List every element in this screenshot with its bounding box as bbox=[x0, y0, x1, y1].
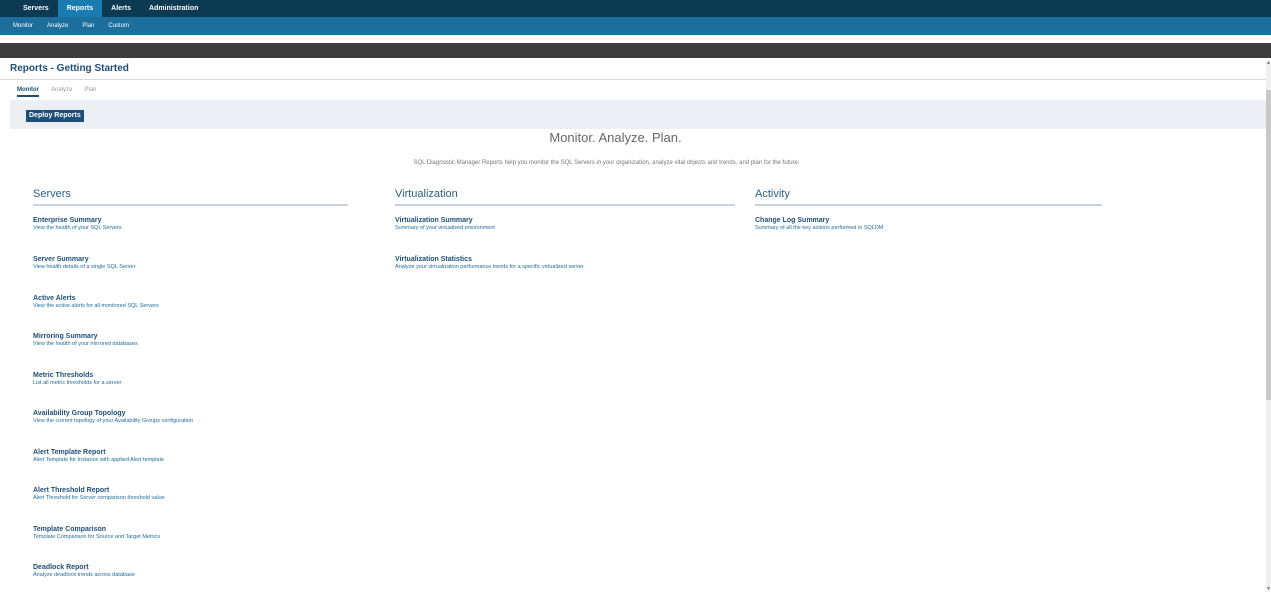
report-template-comparison: Template Comparison Template Comparison … bbox=[33, 526, 160, 540]
report-link[interactable]: Alert Threshold Report bbox=[33, 487, 165, 494]
report-description: View health details of a single SQL Serv… bbox=[33, 264, 136, 270]
report-availability-group-topology: Availability Group Topology View the cur… bbox=[33, 410, 193, 424]
nav-alerts[interactable]: Alerts bbox=[102, 0, 140, 17]
report-alert-threshold: Alert Threshold Report Alert Threshold f… bbox=[33, 487, 165, 501]
vertical-scrollbar[interactable]: ▲ ▼ bbox=[1266, 60, 1271, 592]
deploy-reports-button[interactable]: Deploy Reports bbox=[26, 110, 84, 122]
subnav-custom[interactable]: Custom bbox=[101, 23, 136, 29]
report-virtualization-summary: Virtualization Summary Summary of your v… bbox=[395, 217, 495, 231]
report-deadlock: Deadlock Report Analyze deadlock trends … bbox=[33, 564, 135, 578]
column-heading-virtualization: Virtualization bbox=[395, 188, 735, 206]
report-change-log-summary: Change Log Summary Summary of all the ke… bbox=[755, 217, 883, 231]
report-description: Alert Threshold for Server comparison th… bbox=[33, 495, 165, 501]
scroll-up-arrow-icon[interactable]: ▲ bbox=[1266, 60, 1271, 66]
report-metric-thresholds: Metric Thresholds List all metric thresh… bbox=[33, 372, 121, 386]
report-link[interactable]: Virtualization Statistics bbox=[395, 256, 584, 263]
report-link[interactable]: Change Log Summary bbox=[755, 217, 883, 224]
subnav-plan[interactable]: Plan bbox=[75, 23, 101, 29]
top-nav: Servers Reports Alerts Administration bbox=[0, 0, 1271, 17]
report-description: View the health of your mirrored databas… bbox=[33, 341, 138, 347]
report-description: Summary of all the key actions performed… bbox=[755, 225, 884, 231]
nav-servers[interactable]: Servers bbox=[14, 0, 58, 17]
column-heading-servers: Servers bbox=[33, 188, 348, 206]
divider bbox=[0, 79, 1266, 80]
toolbar-band bbox=[0, 43, 1271, 58]
report-link[interactable]: Deadlock Report bbox=[33, 564, 135, 571]
report-enterprise-summary: Enterprise Summary View the health of yo… bbox=[33, 217, 122, 231]
report-link[interactable]: Mirroring Summary bbox=[33, 333, 138, 340]
report-link[interactable]: Metric Thresholds bbox=[33, 372, 121, 379]
column-virtualization: Virtualization bbox=[395, 188, 735, 206]
sub-nav: Monitor Analyze Plan Custom bbox=[0, 17, 1271, 35]
scrollbar-thumb[interactable] bbox=[1266, 90, 1271, 400]
report-description: Alert Template for Instance with applied… bbox=[33, 457, 165, 463]
scroll-down-arrow-icon[interactable]: ▼ bbox=[1266, 586, 1271, 592]
report-description: View the health of your SQL Servers bbox=[33, 225, 122, 231]
nav-administration[interactable]: Administration bbox=[140, 0, 207, 17]
report-virtualization-statistics: Virtualization Statistics Analyze your v… bbox=[395, 256, 584, 270]
column-servers: Servers bbox=[33, 188, 348, 206]
tab-analyze[interactable]: Analyze bbox=[51, 87, 72, 97]
report-link[interactable]: Template Comparison bbox=[33, 526, 160, 533]
page-title: Reports - Getting Started bbox=[10, 63, 129, 74]
report-link[interactable]: Server Summary bbox=[33, 256, 135, 263]
report-link[interactable]: Active Alerts bbox=[33, 295, 159, 302]
report-link[interactable]: Virtualization Summary bbox=[395, 217, 495, 224]
nav-reports[interactable]: Reports bbox=[57, 0, 103, 17]
subnav-analyze[interactable]: Analyze bbox=[40, 23, 75, 29]
report-active-alerts: Active Alerts View the active alerts for… bbox=[33, 295, 159, 309]
column-heading-activity: Activity bbox=[755, 188, 1102, 206]
report-link[interactable]: Availability Group Topology bbox=[33, 410, 193, 417]
report-description: View the current topology of your Availa… bbox=[33, 418, 193, 424]
tab-monitor[interactable]: Monitor bbox=[17, 87, 39, 97]
report-description: Analyze your virtualization performance … bbox=[395, 264, 584, 270]
subnav-monitor[interactable]: Monitor bbox=[6, 23, 40, 29]
action-bar bbox=[10, 100, 1266, 129]
headline: Monitor. Analyze. Plan. bbox=[549, 130, 682, 145]
report-description: List all metric thresholds for a server bbox=[33, 380, 122, 386]
intro-text: SQL Diagnostic Manager Reports help you … bbox=[413, 160, 800, 166]
report-description: Summary of your virtualized environment bbox=[395, 225, 495, 231]
report-link[interactable]: Alert Template Report bbox=[33, 449, 164, 456]
report-description: View the active alerts for all monitored… bbox=[33, 303, 159, 309]
report-description: Analyze deadlock trends across database bbox=[33, 572, 135, 578]
report-server-summary: Server Summary View health details of a … bbox=[33, 256, 135, 270]
column-activity: Activity bbox=[755, 188, 1102, 206]
report-mirroring-summary: Mirroring Summary View the health of you… bbox=[33, 333, 138, 347]
report-alert-template: Alert Template Report Alert Template for… bbox=[33, 449, 164, 463]
report-link[interactable]: Enterprise Summary bbox=[33, 217, 122, 224]
report-description: Template Comparison for Source and Targe… bbox=[33, 534, 161, 540]
report-tabs: Monitor Analyze Plan bbox=[17, 87, 108, 97]
tab-plan[interactable]: Plan bbox=[84, 87, 96, 97]
